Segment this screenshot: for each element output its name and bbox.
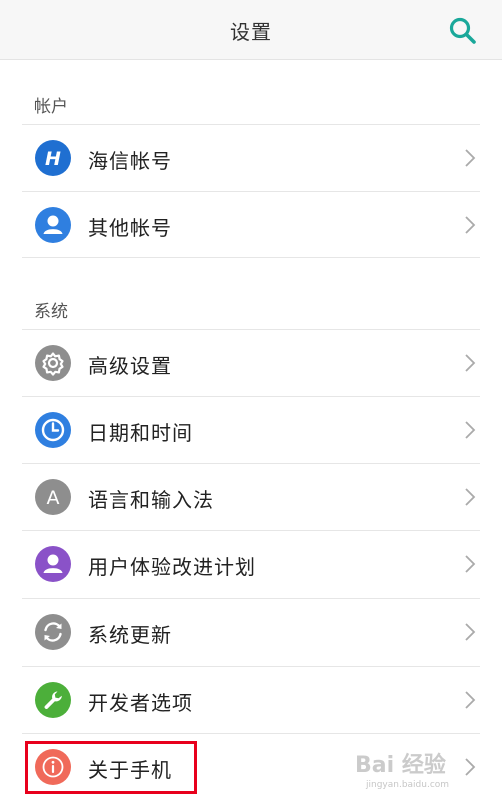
settings-item-label: 语言和输入法: [88, 488, 214, 512]
section-label-account: 帐户: [34, 97, 68, 117]
settings-item-label: 海信帐号: [88, 149, 172, 173]
chevron-right-icon: [464, 757, 476, 777]
settings-item-user-experience-program[interactable]: 用户体验改进计划: [22, 530, 480, 597]
section-label-system: 系统: [34, 302, 68, 322]
gear-icon: [35, 345, 71, 381]
chevron-right-icon: [464, 420, 476, 440]
hisense-logo-icon: H: [35, 140, 71, 176]
app-header: 设置: [0, 0, 502, 60]
annotation-highlight-box: [25, 741, 197, 794]
settings-item-system-update[interactable]: 系统更新: [22, 598, 480, 665]
svg-text:H: H: [45, 148, 61, 170]
chevron-right-icon: [464, 215, 476, 235]
baidu-watermark: Bai 经验: [355, 753, 446, 778]
chevron-right-icon: [464, 353, 476, 373]
settings-item-advanced-settings[interactable]: 高级设置: [22, 329, 480, 396]
search-icon[interactable]: [448, 16, 478, 46]
settings-item-other-accounts[interactable]: 其他帐号: [22, 191, 480, 258]
page-title: 设置: [230, 20, 272, 44]
wrench-icon: [35, 682, 71, 718]
person-icon: [35, 546, 71, 582]
chevron-right-icon: [464, 148, 476, 168]
chevron-right-icon: [464, 622, 476, 642]
person-icon: [35, 207, 71, 243]
svg-text:A: A: [47, 487, 60, 509]
settings-item-date-time[interactable]: 日期和时间: [22, 396, 480, 463]
letter-a-icon: A: [35, 479, 71, 515]
chevron-right-icon: [464, 554, 476, 574]
settings-item-hisense-account[interactable]: H 海信帐号: [22, 124, 480, 191]
refresh-icon: [35, 614, 71, 650]
settings-item-label: 用户体验改进计划: [88, 555, 256, 579]
settings-item-label: 其他帐号: [88, 216, 172, 240]
settings-item-developer-options[interactable]: 开发者选项: [22, 666, 480, 733]
chevron-right-icon: [464, 690, 476, 710]
clock-icon: [35, 412, 71, 448]
baidu-watermark-url: jingyan.baidu.com: [366, 780, 450, 790]
settings-item-label: 高级设置: [88, 354, 172, 378]
settings-item-label: 系统更新: [88, 623, 172, 647]
chevron-right-icon: [464, 487, 476, 507]
settings-item-language-input[interactable]: A 语言和输入法: [22, 463, 480, 530]
settings-item-label: 开发者选项: [88, 691, 193, 715]
settings-item-label: 日期和时间: [88, 421, 193, 445]
